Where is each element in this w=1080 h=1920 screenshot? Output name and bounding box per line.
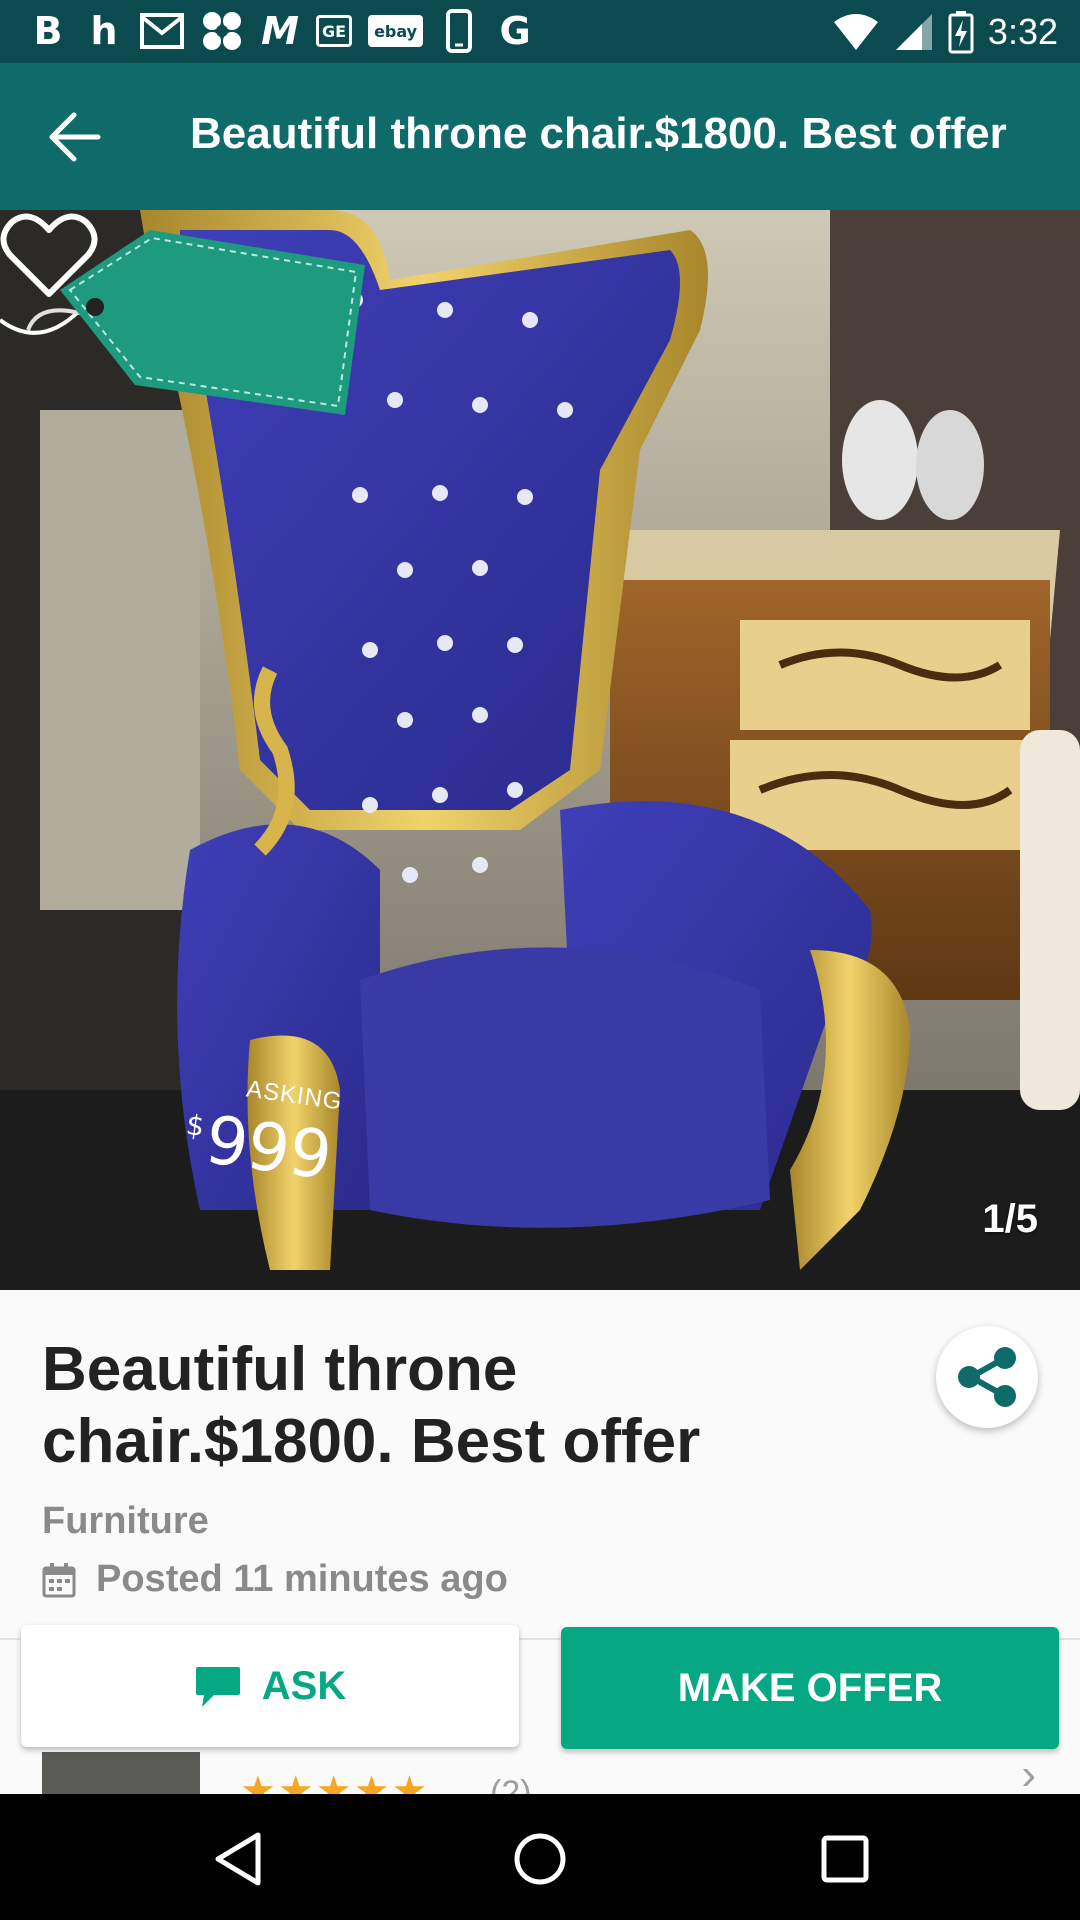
app-bar: Beautiful throne chair.$1800. Best offer xyxy=(0,63,1080,210)
listing-category: Furniture xyxy=(42,1500,209,1542)
listing-title: Beautiful throne chair.$1800. Best offer xyxy=(42,1335,701,1476)
chat-bubble-icon xyxy=(195,1667,240,1707)
rating-stars: ★★★★★ xyxy=(240,1769,430,1795)
h-icon: h xyxy=(90,9,118,53)
nav-home-icon[interactable] xyxy=(510,1829,570,1889)
back-button[interactable] xyxy=(44,109,104,165)
posted-text: Posted 11 minutes ago xyxy=(96,1558,508,1600)
clock: 3:32 xyxy=(987,10,1058,52)
calendar-icon xyxy=(42,1562,76,1597)
posted-time: Posted 11 minutes ago xyxy=(42,1558,508,1601)
ebay-icon: ebay xyxy=(368,15,424,47)
notification-icons: B h M GE ebay G xyxy=(28,8,535,54)
m-icon: M xyxy=(261,9,299,53)
action-bar: ASK MAKE OFFER xyxy=(0,1625,1080,1755)
share-button[interactable] xyxy=(936,1326,1038,1428)
app-bar-title: Beautiful throne chair.$1800. Best offer xyxy=(190,109,1007,158)
asterisk-icon xyxy=(200,11,244,51)
chevron-right-icon: › xyxy=(1021,1750,1036,1795)
arrow-left-icon xyxy=(49,112,101,162)
listing-details: Beautiful throne chair.$1800. Best offer… xyxy=(0,1290,1080,1640)
ask-button[interactable]: ASK xyxy=(21,1625,519,1747)
make-offer-label: MAKE OFFER xyxy=(677,1665,943,1710)
nav-recents-icon[interactable] xyxy=(815,1829,875,1889)
review-count: (2) xyxy=(490,1774,532,1795)
mail-icon xyxy=(140,11,184,51)
signal-icon xyxy=(895,13,932,50)
price-currency: $ xyxy=(184,1107,207,1144)
system-status: 3:32 xyxy=(832,0,1058,63)
google-icon: G xyxy=(499,9,531,53)
make-offer-button[interactable]: MAKE OFFER xyxy=(561,1627,1059,1749)
listing-photo[interactable]: ASKING $999 1/5 xyxy=(0,210,1080,1290)
b-icon: B xyxy=(33,9,63,53)
price-tag xyxy=(0,230,365,415)
system-nav-bar xyxy=(0,1794,1080,1920)
wifi-icon xyxy=(833,13,878,50)
share-icon xyxy=(958,1347,1016,1407)
ge-icon: GE xyxy=(316,15,353,47)
ask-label: ASK xyxy=(261,1663,347,1708)
photo-counter: 1/5 xyxy=(982,1197,1038,1241)
status-bar: B h M GE ebay G 3:32 xyxy=(0,0,1080,63)
phone-icon xyxy=(439,9,479,53)
seller-thumbnail xyxy=(42,1752,200,1795)
battery-charging-icon xyxy=(948,10,974,53)
nav-back-icon[interactable] xyxy=(210,1829,270,1889)
